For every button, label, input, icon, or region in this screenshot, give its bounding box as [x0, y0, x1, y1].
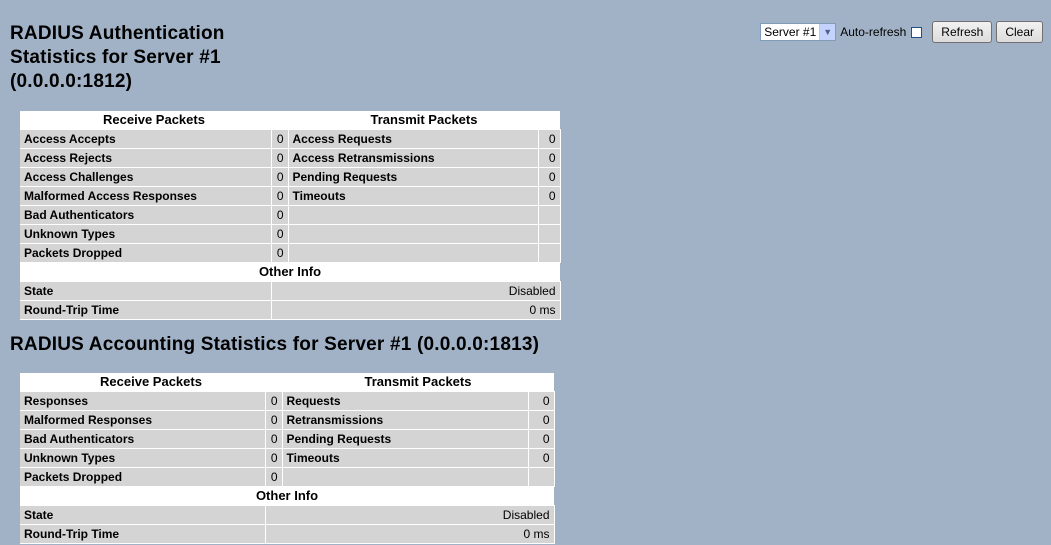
- acct-rx-label: Unknown Types: [20, 448, 266, 468]
- table-row: Responses 0 Requests 0: [20, 391, 555, 411]
- acct-page-title: RADIUS Accounting Statistics for Server …: [10, 334, 540, 355]
- acct-tx-label: Retransmissions: [282, 410, 529, 430]
- auth-tx-value: [538, 205, 561, 225]
- table-row: Access Rejects 0 Access Retransmissions 0: [20, 148, 561, 168]
- auth-tx-label: Access Retransmissions: [288, 148, 539, 168]
- acct-rtt-value: 0 ms: [265, 524, 555, 544]
- table-row: Access Accepts 0 Access Requests 0: [20, 129, 561, 149]
- acct-tx-value: 0: [528, 410, 555, 430]
- auth-tx-value: 0: [538, 167, 561, 187]
- auth-transmit-header: Transmit Packets: [288, 111, 560, 130]
- table-row: Packets Dropped 0: [20, 243, 561, 263]
- auth-rx-value: 0: [271, 205, 289, 225]
- chevron-down-icon[interactable]: ▼: [819, 24, 836, 40]
- acct-rx-label: Packets Dropped: [20, 467, 266, 487]
- auth-tx-value: [538, 243, 561, 263]
- auth-rtt-value: 0 ms: [271, 300, 561, 320]
- acct-state-label: State: [20, 505, 266, 525]
- table-row: Unknown Types 0 Timeouts 0: [20, 448, 555, 468]
- auth-rx-label: Access Challenges: [20, 167, 272, 187]
- auth-tx-label: Pending Requests: [288, 167, 539, 187]
- auth-tx-label: [288, 243, 539, 263]
- acct-rx-label: Responses: [20, 391, 266, 411]
- acct-rx-value: 0: [265, 467, 283, 487]
- acct-state-value: Disabled: [265, 505, 555, 525]
- table-row: Round-Trip Time 0 ms: [20, 524, 555, 544]
- table-row: Bad Authenticators 0 Pending Requests 0: [20, 429, 555, 449]
- auth-tx-label: Access Requests: [288, 129, 539, 149]
- acct-tx-label: Requests: [282, 391, 529, 411]
- acct-tx-value: [528, 467, 555, 487]
- table-row: Bad Authenticators 0: [20, 205, 561, 225]
- auth-page-title: RADIUS Authentication Statistics for Ser…: [10, 23, 225, 92]
- auth-tx-value: 0: [538, 129, 561, 149]
- auth-rx-value: 0: [271, 243, 289, 263]
- toolbar: Server #1 ▼ Auto-refresh Refresh Clear: [760, 21, 1043, 43]
- auth-tx-label: [288, 224, 539, 244]
- auth-rx-label: Access Rejects: [20, 148, 272, 168]
- auth-rx-label: Unknown Types: [20, 224, 272, 244]
- auth-tx-value: 0: [538, 148, 561, 168]
- table-row: Malformed Access Responses 0 Timeouts 0: [20, 186, 561, 206]
- acct-tx-value: 0: [528, 391, 555, 411]
- acct-rx-label: Bad Authenticators: [20, 429, 266, 449]
- auth-tx-value: 0: [538, 186, 561, 206]
- auth-rx-value: 0: [271, 186, 289, 206]
- table-row: Access Challenges 0 Pending Requests 0: [20, 167, 561, 187]
- acct-tx-value: 0: [528, 448, 555, 468]
- auth-other-header: Other Info: [20, 262, 560, 282]
- acct-other-header: Other Info: [20, 486, 554, 506]
- table-row: State Disabled: [20, 505, 555, 525]
- auth-rx-value: 0: [271, 148, 289, 168]
- acct-tx-label: Timeouts: [282, 448, 529, 468]
- acct-stats-table: Receive Packets Transmit Packets Respons…: [20, 373, 555, 544]
- table-row: Round-Trip Time 0 ms: [20, 300, 561, 320]
- server-select-value: Server #1: [764, 25, 817, 39]
- auth-receive-header: Receive Packets: [20, 111, 288, 130]
- auth-tx-value: [538, 224, 561, 244]
- acct-tx-label: Pending Requests: [282, 429, 529, 449]
- acct-rx-value: 0: [265, 429, 283, 449]
- table-row: Malformed Responses 0 Retransmissions 0: [20, 410, 555, 430]
- auth-rx-label: Packets Dropped: [20, 243, 272, 263]
- autorefresh-checkbox[interactable]: [911, 26, 923, 38]
- acct-tx-label: [282, 467, 529, 487]
- table-row: Packets Dropped 0: [20, 467, 555, 487]
- auth-state-value: Disabled: [271, 281, 561, 301]
- acct-tx-value: 0: [528, 429, 555, 449]
- auth-rx-label: Malformed Access Responses: [20, 186, 272, 206]
- acct-rx-value: 0: [265, 448, 283, 468]
- auth-rx-label: Access Accepts: [20, 129, 272, 149]
- server-select[interactable]: Server #1 ▼: [760, 23, 837, 41]
- refresh-button[interactable]: Refresh: [932, 21, 993, 43]
- auth-rtt-label: Round-Trip Time: [20, 300, 272, 320]
- acct-rx-label: Malformed Responses: [20, 410, 266, 430]
- acct-receive-header: Receive Packets: [20, 373, 282, 392]
- auth-stats-table: Receive Packets Transmit Packets Access …: [20, 111, 561, 320]
- auth-tx-label: Timeouts: [288, 186, 539, 206]
- auth-state-label: State: [20, 281, 272, 301]
- table-row: Unknown Types 0: [20, 224, 561, 244]
- auth-rx-value: 0: [271, 167, 289, 187]
- table-row: State Disabled: [20, 281, 561, 301]
- clear-button[interactable]: Clear: [996, 21, 1043, 43]
- auth-tx-label: [288, 205, 539, 225]
- autorefresh-label: Auto-refresh: [840, 25, 907, 39]
- auth-rx-value: 0: [271, 224, 289, 244]
- acct-rtt-label: Round-Trip Time: [20, 524, 266, 544]
- acct-transmit-header: Transmit Packets: [282, 373, 554, 392]
- acct-rx-value: 0: [265, 410, 283, 430]
- auth-rx-value: 0: [271, 129, 289, 149]
- acct-rx-value: 0: [265, 391, 283, 411]
- auth-rx-label: Bad Authenticators: [20, 205, 272, 225]
